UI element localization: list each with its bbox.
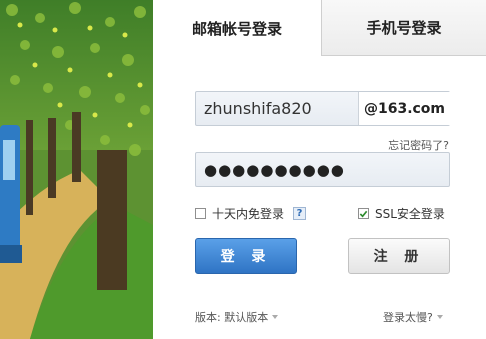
chevron-down-icon — [436, 315, 443, 319]
version-label: 版本: 默认版本 — [195, 311, 269, 324]
tab-phone-login[interactable]: 手机号登录 — [321, 0, 486, 56]
password-input[interactable] — [196, 153, 449, 186]
chevron-down-icon — [272, 315, 279, 319]
checkmark-icon — [359, 210, 368, 217]
remember-login-option[interactable]: 十天内免登录 ? — [195, 205, 307, 222]
tab-email-login[interactable]: 邮箱帐号登录 — [153, 0, 321, 56]
ssl-login-option[interactable]: SSL安全登录 — [358, 205, 445, 222]
register-button[interactable]: 注 册 — [348, 238, 450, 274]
username-field: @163.com — [195, 91, 450, 126]
password-field — [195, 152, 450, 187]
login-panel: 邮箱帐号登录 手机号登录 @163.com 忘记密码了? 十天内免登录 ? SS… — [153, 0, 486, 339]
help-icon[interactable]: ? — [293, 207, 307, 220]
login-button[interactable]: 登 录 — [195, 238, 297, 274]
ssl-checkbox[interactable] — [358, 208, 369, 219]
email-domain-selector[interactable]: @163.com — [358, 92, 450, 125]
slow-login-label: 登录太慢? — [383, 311, 433, 324]
ssl-label: SSL安全登录 — [375, 207, 445, 221]
forgot-password-link[interactable]: 忘记密码了? — [388, 137, 449, 153]
background-illustration — [0, 0, 153, 339]
username-input[interactable] — [196, 92, 358, 125]
remember-label: 十天内免登录 — [212, 207, 285, 221]
slow-login-link[interactable]: 登录太慢? — [383, 309, 443, 325]
remember-checkbox[interactable] — [195, 208, 206, 219]
version-selector[interactable]: 版本: 默认版本 — [195, 309, 279, 325]
